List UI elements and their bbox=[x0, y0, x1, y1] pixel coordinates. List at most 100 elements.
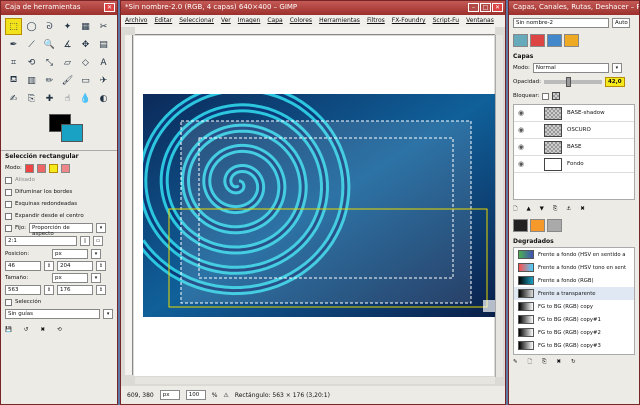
gradient-item[interactable]: FG to BG (RGB) copy#2 bbox=[514, 326, 634, 339]
align-tool-icon[interactable]: ▤ bbox=[95, 36, 112, 53]
mode-replace-button[interactable] bbox=[24, 163, 34, 173]
background-color[interactable] bbox=[61, 124, 83, 142]
spin-icon[interactable]: ⇕ bbox=[96, 261, 106, 271]
opacity-slider-knob[interactable] bbox=[566, 77, 572, 87]
crop-tool-icon[interactable]: ⌗ bbox=[5, 54, 22, 71]
menu-item[interactable]: Filtros bbox=[367, 17, 385, 25]
minimize-button[interactable]: – bbox=[468, 3, 479, 12]
restore-icon[interactable]: ↺ bbox=[24, 327, 29, 333]
rounded-checkbox[interactable] bbox=[5, 200, 12, 208]
layer-row[interactable]: ◉ BASE-shadow bbox=[514, 105, 634, 122]
chevron-down-icon[interactable]: ▾ bbox=[611, 63, 622, 73]
lower-layer-icon[interactable]: ▼ bbox=[540, 206, 544, 212]
gradient-item[interactable]: Frente a transparente bbox=[514, 287, 634, 300]
opacity-slider[interactable] bbox=[543, 77, 602, 87]
selection-row[interactable]: Selección bbox=[1, 296, 117, 308]
eye-icon[interactable]: ◉ bbox=[518, 160, 528, 168]
chevron-down-icon[interactable]: ▾ bbox=[91, 249, 101, 259]
gradient-item[interactable]: Frente a fondo (HSV en sentido a bbox=[514, 248, 634, 261]
gradient-item[interactable]: FG to BG (RGB) copy bbox=[514, 300, 634, 313]
pencil-tool-icon[interactable]: ✏ bbox=[41, 72, 58, 89]
lock-alpha-icon[interactable] bbox=[552, 92, 561, 100]
unit-select[interactable]: px bbox=[159, 390, 180, 400]
zoom-tool-icon[interactable]: 🔍 bbox=[41, 36, 58, 53]
size-width-input[interactable]: 563 bbox=[5, 285, 41, 295]
anchor-icon[interactable]: ⚓ bbox=[566, 206, 571, 212]
menu-item[interactable]: Colores bbox=[290, 17, 312, 25]
text-tool-icon[interactable]: A bbox=[95, 54, 112, 71]
spin-icon[interactable]: ⇕ bbox=[44, 261, 54, 271]
fixed-checkbox[interactable] bbox=[5, 224, 12, 232]
fixed-select[interactable]: Proporción de aspecto bbox=[29, 223, 94, 237]
toolbox-titlebar[interactable]: Caja de herramientas ✕ bbox=[1, 1, 117, 15]
delete-layer-icon[interactable]: ✖ bbox=[580, 206, 585, 212]
reset-icon[interactable]: ⟲ bbox=[57, 327, 62, 333]
layer-row[interactable]: ◉ OSCURO bbox=[514, 122, 634, 139]
move-tool-icon[interactable]: ✥ bbox=[77, 36, 94, 53]
gradient-item[interactable]: FG to BG (RGB) copy#1 bbox=[514, 313, 634, 326]
close-button[interactable]: ✕ bbox=[492, 3, 503, 12]
guides-select[interactable]: Sin guías bbox=[5, 309, 101, 319]
zoom-input[interactable]: 100 bbox=[185, 390, 206, 400]
gradient-item[interactable]: Frente a fondo (RGB) bbox=[514, 274, 634, 287]
fuzzy-select-tool-icon[interactable]: ✦ bbox=[59, 18, 76, 35]
measure-tool-icon[interactable]: ∡ bbox=[59, 36, 76, 53]
scissors-tool-icon[interactable]: ✂ bbox=[95, 18, 112, 35]
portrait-icon[interactable]: ▯ bbox=[80, 236, 90, 246]
spin-icon[interactable]: ⇕ bbox=[44, 285, 54, 295]
landscape-icon[interactable]: ▭ bbox=[93, 236, 103, 246]
duplicate-gradient-icon[interactable]: ⎘ bbox=[542, 359, 546, 366]
position-unit-select[interactable]: px bbox=[52, 249, 88, 259]
size-height-input[interactable]: 176 bbox=[57, 285, 93, 295]
vertical-ruler[interactable] bbox=[125, 35, 133, 375]
layers-tab-icon[interactable] bbox=[513, 34, 528, 47]
brush-tool-icon[interactable]: 🖌 bbox=[59, 72, 76, 89]
rotate-tool-icon[interactable]: ⟲ bbox=[23, 54, 40, 71]
gradient-item[interactable]: FG to BG (RGB) copy#3 bbox=[514, 339, 634, 352]
heal-tool-icon[interactable]: ✚ bbox=[41, 90, 58, 107]
ellipse-select-tool-icon[interactable]: ◯ bbox=[23, 18, 40, 35]
chevron-down-icon[interactable]: ▾ bbox=[96, 223, 107, 233]
lock-pixels-checkbox[interactable] bbox=[542, 92, 550, 100]
menu-item[interactable]: Capa bbox=[267, 17, 282, 25]
opacity-input[interactable]: 42,0 bbox=[604, 77, 625, 87]
ink-tool-icon[interactable]: ✍ bbox=[5, 90, 22, 107]
menu-item[interactable]: Ver bbox=[221, 17, 231, 25]
rect-select-tool-icon[interactable]: ⬚ bbox=[5, 18, 22, 35]
position-y-input[interactable]: 204 bbox=[57, 261, 93, 271]
eye-icon[interactable]: ◉ bbox=[518, 126, 528, 134]
gradient-item[interactable]: Frente a fondo (HSV tono en sent bbox=[514, 261, 634, 274]
color-select-tool-icon[interactable]: ▦ bbox=[77, 18, 94, 35]
duplicate-layer-icon[interactable]: ⎘ bbox=[553, 206, 557, 213]
close-button[interactable]: ✕ bbox=[104, 3, 115, 12]
eye-icon[interactable]: ◉ bbox=[518, 109, 528, 117]
resize-handle[interactable] bbox=[483, 300, 495, 312]
paths-tool-icon[interactable]: ✒ bbox=[5, 36, 22, 53]
blur-tool-icon[interactable]: 💧 bbox=[77, 90, 94, 107]
clone-tool-icon[interactable]: ⎘ bbox=[23, 90, 40, 107]
refresh-icon[interactable]: ↻ bbox=[571, 359, 576, 365]
save-icon[interactable]: 💾 bbox=[5, 327, 12, 333]
ratio-input[interactable]: 2:1 bbox=[5, 236, 77, 246]
delete-gradient-icon[interactable]: ✖ bbox=[556, 359, 561, 365]
selection-checkbox[interactable] bbox=[5, 298, 12, 306]
layer-mode-select[interactable]: Normal bbox=[532, 63, 609, 73]
color-area[interactable] bbox=[5, 112, 113, 146]
antialias-checkbox[interactable] bbox=[5, 176, 12, 184]
image-titlebar[interactable]: *Sin nombre-2.0 (RGB, 4 capas) 640×400 –… bbox=[121, 1, 505, 15]
mode-subtract-button[interactable] bbox=[48, 163, 58, 173]
bucket-fill-icon[interactable]: ⛾ bbox=[5, 72, 22, 89]
spiral-image[interactable] bbox=[143, 94, 495, 317]
mode-intersect-button[interactable] bbox=[60, 163, 70, 173]
gradients-tab-icon[interactable] bbox=[547, 219, 562, 232]
maximize-button[interactable]: □ bbox=[480, 3, 491, 12]
color-picker-icon[interactable]: ⟋ bbox=[23, 36, 40, 53]
menu-item[interactable]: Imagen bbox=[238, 17, 261, 25]
new-gradient-icon[interactable]: 🗋 bbox=[528, 358, 532, 367]
layer-row[interactable]: ◉ Fondo bbox=[514, 156, 634, 173]
smudge-tool-icon[interactable]: ☝ bbox=[59, 90, 76, 107]
channels-tab-icon[interactable] bbox=[530, 34, 545, 47]
menu-item[interactable]: Herramientas bbox=[319, 17, 360, 25]
spin-icon[interactable]: ⇕ bbox=[96, 285, 106, 295]
perspective-tool-icon[interactable]: ◇ bbox=[77, 54, 94, 71]
